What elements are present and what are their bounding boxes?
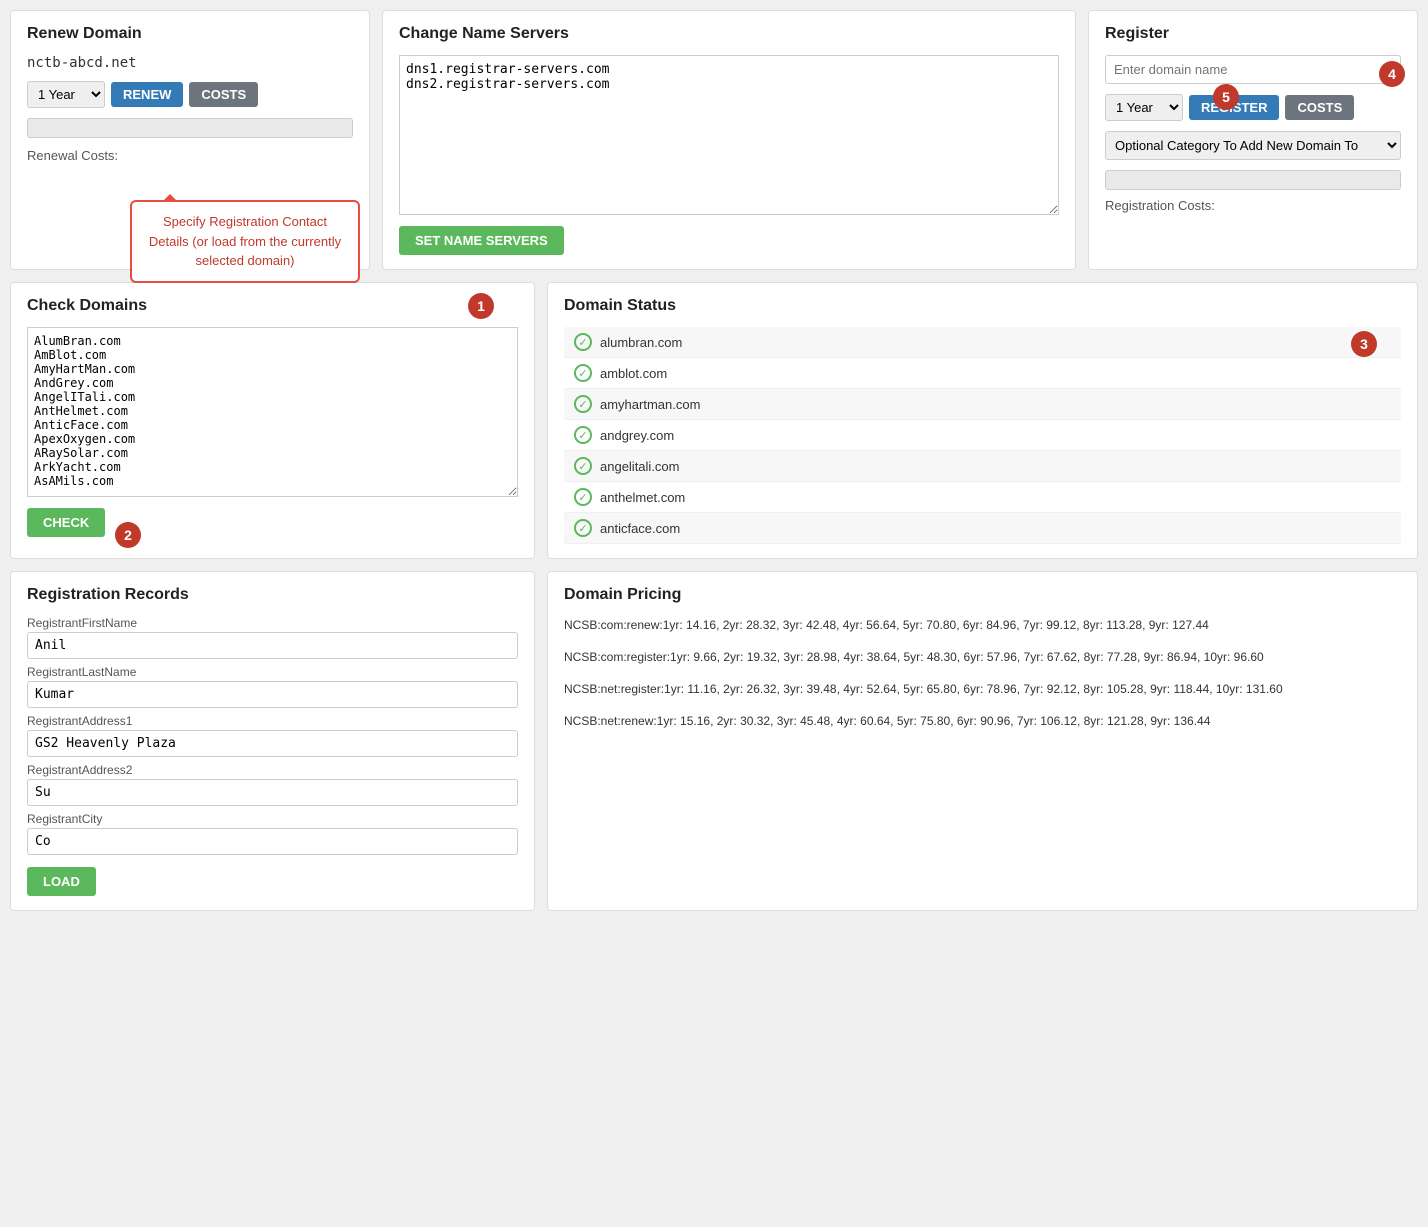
domain-status-panel: Domain Status 3 ✓alumbran.com✓amblot.com… [547,282,1418,559]
renew-costs-button[interactable]: COSTS [189,82,258,107]
check-button[interactable]: CHECK [27,508,105,537]
domain-pricing-title: Domain Pricing [564,586,1401,604]
reg-records-tooltip: Specify Registration Contact Details (or… [130,200,360,283]
status-list-item: ✓anthelmet.com [564,482,1401,513]
field-input[interactable] [27,828,518,855]
register-panel: Register 4 1 Year 2 Years 3 Years REGIST… [1088,10,1418,270]
domain-status-badge-3: 3 [1351,331,1377,357]
field-input[interactable] [27,681,518,708]
register-badge-4: 4 [1379,61,1405,87]
check-domains-panel: Check Domains 1 AlumBran.com AmBlot.com … [10,282,535,559]
register-badge-5: 5 [1213,84,1239,110]
domain-status-list: ✓alumbran.com✓amblot.com✓amyhartman.com✓… [564,327,1401,544]
field-label: RegistrantAddress2 [27,763,518,777]
check-badge-2: 2 [115,522,141,548]
registration-costs-label: Registration Costs: [1105,198,1401,213]
check-domains-textarea[interactable]: AlumBran.com AmBlot.com AmyHartMan.com A… [27,327,518,497]
check-icon: ✓ [574,519,592,537]
field-input[interactable] [27,632,518,659]
register-title: Register [1105,25,1401,43]
pricing-entry: NCSB:com:renew:1yr: 14.16, 2yr: 28.32, 3… [564,616,1401,634]
domain-pricing-panel: Domain Pricing NCSB:com:renew:1yr: 14.16… [547,571,1418,911]
reg-records-panel: Registration Records RegistrantFirstName… [10,571,535,911]
check-domains-title: Check Domains [27,297,518,315]
check-icon: ✓ [574,426,592,444]
pricing-entry: NCSB:com:register:1yr: 9.66, 2yr: 19.32,… [564,648,1401,666]
field-label: RegistrantFirstName [27,616,518,630]
pricing-entry: NCSB:net:renew:1yr: 15.16, 2yr: 30.32, 3… [564,712,1401,730]
field-input[interactable] [27,779,518,806]
field-label: RegistrantLastName [27,665,518,679]
check-icon: ✓ [574,333,592,351]
reg-records-title: Registration Records [27,586,518,604]
set-nameservers-button[interactable]: SET NAME SERVERS [399,226,564,255]
register-year-select[interactable]: 1 Year 2 Years 3 Years [1105,94,1183,121]
field-input[interactable] [27,730,518,757]
renew-domain-title: Renew Domain [27,25,353,43]
pricing-entries: NCSB:com:renew:1yr: 14.16, 2yr: 28.32, 3… [564,616,1401,730]
status-list-item: ✓andgrey.com [564,420,1401,451]
status-list-item: ✓amblot.com [564,358,1401,389]
field-label: RegistrantCity [27,812,518,826]
renew-year-select[interactable]: 1 Year 2 Years 3 Years [27,81,105,108]
check-icon: ✓ [574,364,592,382]
check-icon: ✓ [574,395,592,413]
renew-button[interactable]: RENEW [111,82,183,107]
register-category-select[interactable]: Optional Category To Add New Domain To [1105,131,1401,160]
renew-progress-bar [27,118,353,138]
status-list-item: ✓anticface.com [564,513,1401,544]
reg-records-form: RegistrantFirstName RegistrantLastName Reg… [27,616,518,861]
check-icon: ✓ [574,457,592,475]
nameserver-title: Change Name Servers [399,25,1059,43]
status-list-item: ✓amyhartman.com [564,389,1401,420]
field-label: RegistrantAddress1 [27,714,518,728]
pricing-entry: NCSB:net:register:1yr: 11.16, 2yr: 26.32… [564,680,1401,698]
register-progress-bar [1105,170,1401,190]
load-button[interactable]: LOAD [27,867,96,896]
check-icon: ✓ [574,488,592,506]
register-costs-button[interactable]: COSTS [1285,95,1354,120]
register-domain-input[interactable] [1105,55,1401,84]
renew-domain-name: nctb-abcd.net [27,55,353,71]
status-list-item: ✓angelitali.com [564,451,1401,482]
status-list-item: ✓alumbran.com [564,327,1401,358]
nameserver-panel: Change Name Servers dns1.registrar-serve… [382,10,1076,270]
domain-status-title: Domain Status [564,297,1401,315]
renewal-costs-label: Renewal Costs: [27,148,353,163]
check-domains-badge-1: 1 [468,293,494,319]
nameserver-textarea[interactable]: dns1.registrar-servers.com dns2.registra… [399,55,1059,215]
